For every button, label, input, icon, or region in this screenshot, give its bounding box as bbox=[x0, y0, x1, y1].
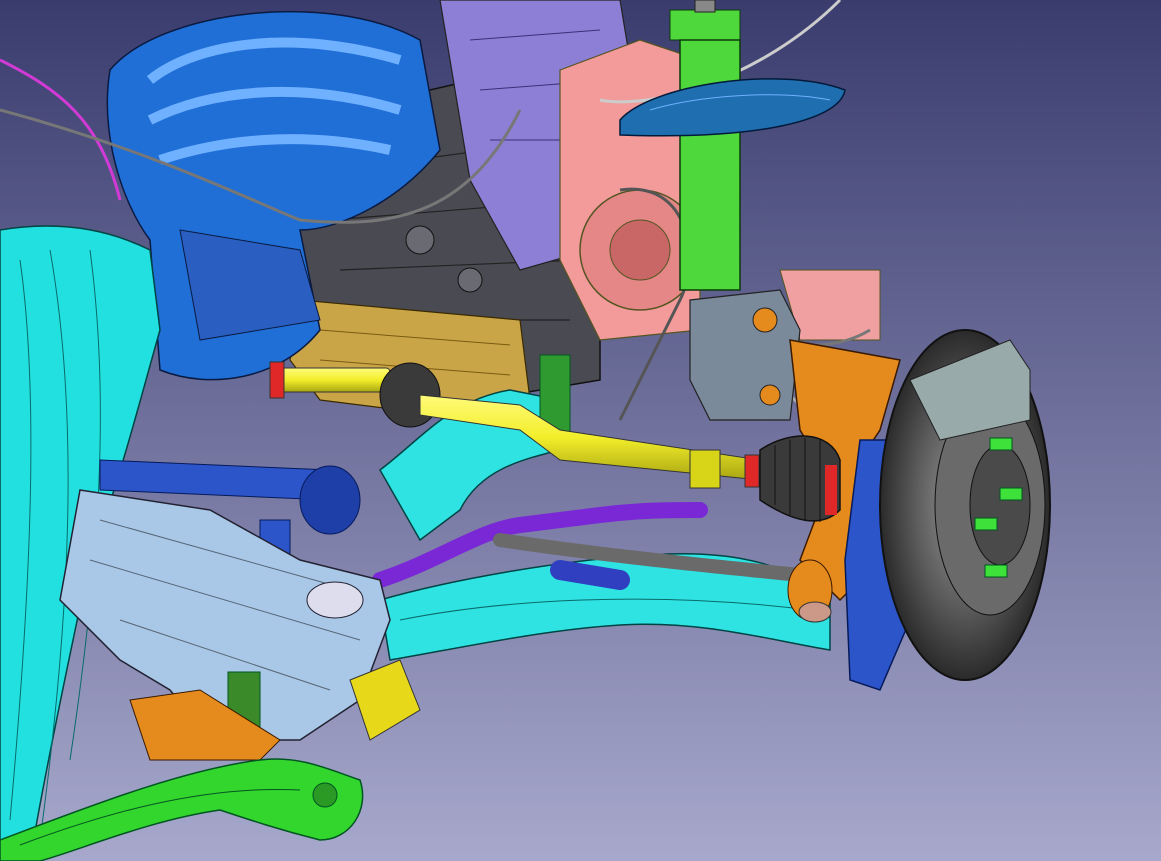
brake-disc[interactable] bbox=[879, 329, 1051, 681]
suspension-assembly-model[interactable] bbox=[0, 0, 1161, 861]
knuckle-mount[interactable] bbox=[689, 289, 801, 421]
cad-viewport[interactable] bbox=[0, 0, 1161, 861]
